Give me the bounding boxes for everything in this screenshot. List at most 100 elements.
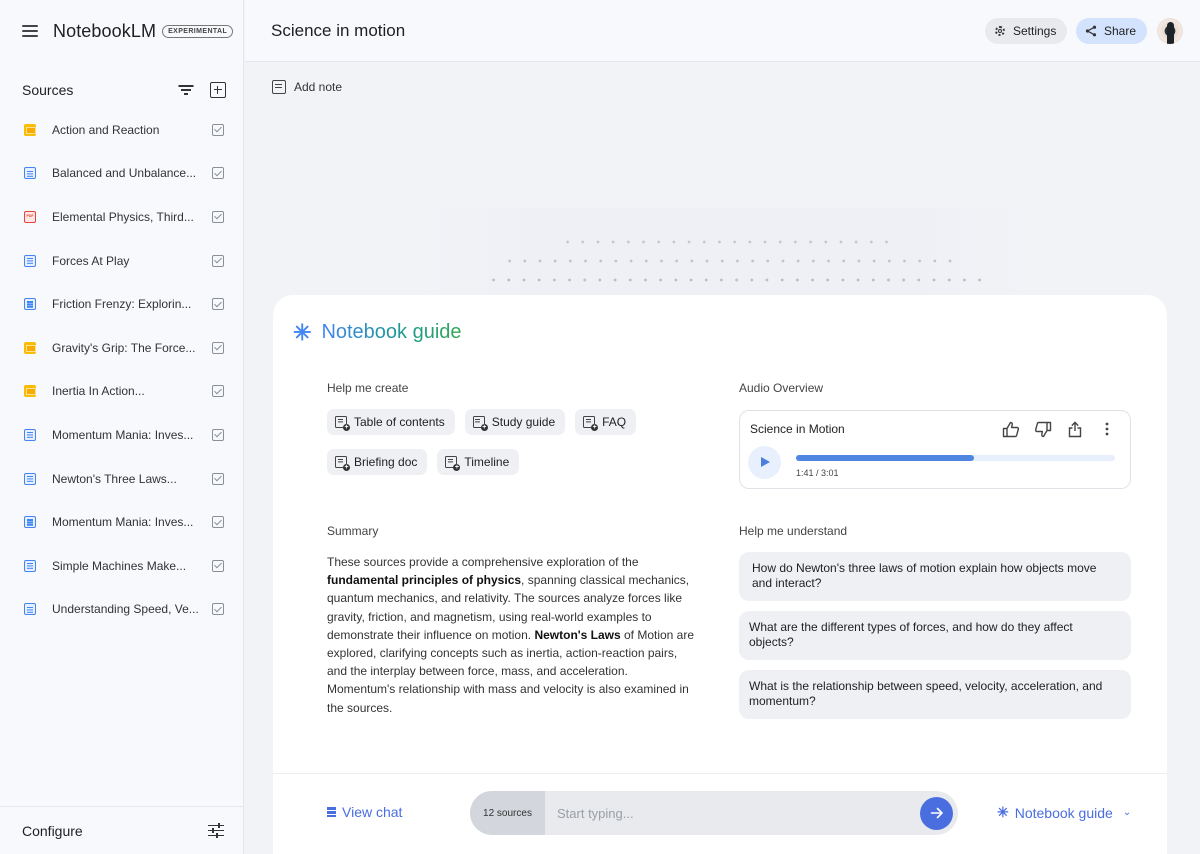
arrow-right-icon [930, 807, 943, 819]
source-item[interactable]: Simple Machines Make... [0, 544, 244, 588]
source-checkbox[interactable] [212, 123, 224, 136]
help-create-label: Help me create [327, 381, 409, 395]
configure-bar[interactable]: Configure [0, 806, 244, 854]
document-icon [24, 167, 36, 180]
view-chat-button[interactable]: View chat [327, 804, 402, 820]
chip-faq[interactable]: FAQ [575, 409, 637, 435]
help-understand-label: Help me understand [739, 524, 848, 538]
guide-title: ✳ Notebook guide [293, 321, 462, 344]
source-checkbox[interactable] [212, 559, 224, 572]
menu-icon[interactable] [22, 25, 38, 37]
source-checkbox[interactable] [212, 428, 224, 441]
audio-overview-label: Audio Overview [739, 381, 824, 395]
audio-progress-slider[interactable] [796, 455, 1115, 461]
source-item[interactable]: Momentum Mania: Inves... [0, 413, 244, 457]
notebook-guide-toggle[interactable]: ✳ Notebook guide ⌄ [997, 804, 1131, 821]
settings-button[interactable]: Settings [985, 18, 1068, 44]
document-icon [24, 472, 36, 485]
source-item[interactable]: Balanced and Unbalance... [0, 152, 244, 196]
source-item[interactable]: Gravity's Grip: The Force... [0, 326, 244, 370]
source-checkbox[interactable] [212, 298, 224, 311]
send-button[interactable] [920, 796, 953, 830]
doc-add-icon [472, 416, 488, 431]
experimental-badge: EXPERIMENTAL [162, 24, 234, 38]
thumbs-up-icon[interactable] [1002, 420, 1020, 438]
source-item[interactable]: Newton's Three Laws... [0, 457, 244, 501]
source-label: Gravity's Grip: The Force... [52, 340, 196, 355]
chip-study-guide[interactable]: Study guide [464, 409, 566, 435]
source-checkbox[interactable] [212, 603, 224, 616]
source-label: Elemental Physics, Third... [52, 209, 194, 224]
chip-label: FAQ [602, 415, 627, 429]
add-note-label: Add note [294, 80, 343, 94]
summary-run: These sources provide a comprehensive ex… [327, 555, 639, 569]
source-item[interactable]: Friction Frenzy: Explorin... [0, 282, 244, 326]
chip-timeline[interactable]: Timeline [437, 449, 520, 475]
source-item[interactable]: Understanding Speed, Ve... [0, 588, 244, 632]
doc-add-icon [335, 456, 350, 471]
note-icon [272, 80, 286, 94]
document-icon [24, 254, 36, 267]
chip-table-of-contents[interactable]: Table of contents [327, 409, 455, 435]
source-checkbox[interactable] [212, 516, 224, 529]
share-button[interactable]: Share [1076, 18, 1148, 44]
tune-icon[interactable] [208, 823, 224, 838]
source-label: Balanced and Unbalance... [52, 166, 197, 181]
chip-briefing-doc[interactable]: Briefing doc [327, 449, 428, 475]
notebook-title[interactable]: Science in motion [271, 21, 405, 41]
filter-icon[interactable] [178, 84, 194, 96]
document-icon [24, 428, 36, 441]
source-label: Understanding Speed, Ve... [52, 602, 199, 617]
source-label: Action and Reaction [52, 122, 160, 137]
avatar[interactable] [1157, 18, 1183, 44]
share-audio-icon[interactable] [1066, 420, 1084, 438]
source-checkbox[interactable] [212, 210, 224, 223]
sidebar: NotebookLM EXPERIMENTAL Sources Action a… [0, 0, 244, 854]
add-note-button[interactable]: Add note [272, 80, 342, 94]
sources-title: Sources [22, 82, 74, 98]
dot-pattern-decoration [420, 208, 1030, 295]
chat-input-container: 12 sources [470, 791, 958, 835]
share-icon [1085, 25, 1097, 37]
doc-add-icon [445, 456, 461, 471]
view-chat-label: View chat [342, 804, 403, 820]
source-item[interactable]: Momentum Mania: Inves... [0, 500, 244, 544]
source-label: Momentum Mania: Inves... [52, 515, 194, 530]
thumbs-down-icon[interactable] [1034, 420, 1052, 438]
doc-add-icon [583, 416, 599, 431]
suggested-question[interactable]: What is the relationship between speed, … [739, 670, 1131, 719]
source-item[interactable]: Inertia In Action... [0, 370, 244, 414]
guide-title-text: Notebook guide [321, 321, 462, 343]
chip-label: Timeline [464, 455, 510, 469]
chip-label: Table of contents [354, 415, 445, 429]
suggested-questions: How do Newton's three laws of motion exp… [739, 552, 1131, 729]
share-label: Share [1104, 24, 1137, 38]
source-checkbox[interactable] [212, 472, 224, 485]
source-item[interactable]: Forces At Play [0, 239, 244, 283]
settings-label: Settings [1013, 24, 1057, 38]
source-label: Inertia In Action... [52, 384, 145, 399]
gear-icon [994, 25, 1006, 37]
source-checkbox[interactable] [212, 341, 224, 354]
guide-toggle-label: Notebook guide [1014, 804, 1113, 821]
suggested-question[interactable]: How do Newton's three laws of motion exp… [739, 552, 1131, 601]
spark-icon: ✳ [997, 804, 1009, 820]
add-source-icon[interactable] [210, 82, 226, 98]
source-checkbox[interactable] [212, 385, 224, 398]
suggested-question[interactable]: What are the different types of forces, … [739, 611, 1131, 660]
source-item[interactable]: Action and Reaction [0, 108, 244, 152]
pdf-icon [24, 210, 36, 223]
sources-count-badge[interactable]: 12 sources [470, 791, 545, 835]
chat-bar: View chat 12 sources ✳ Notebook guide ⌄ [273, 773, 1167, 854]
slides-icon [24, 123, 36, 136]
source-checkbox[interactable] [212, 167, 224, 180]
source-checkbox[interactable] [212, 254, 224, 267]
sources-header: Sources [22, 80, 226, 100]
source-item[interactable]: Elemental Physics, Third... [0, 195, 244, 239]
configure-label: Configure [22, 822, 83, 839]
source-label: Friction Frenzy: Explorin... [52, 297, 192, 312]
play-button[interactable] [748, 446, 781, 479]
chip-label: Briefing doc [354, 455, 418, 469]
chat-input[interactable] [545, 791, 920, 835]
more-options-icon[interactable] [1098, 420, 1116, 438]
